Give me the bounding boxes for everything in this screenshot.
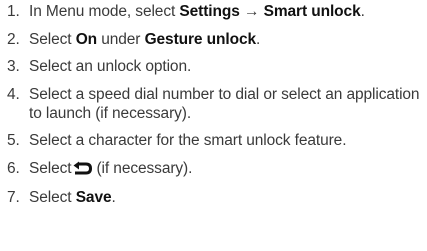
step-2: 2. Select On under Gesture unlock. — [0, 30, 427, 49]
step-number: 2. — [7, 30, 20, 48]
menu-item-settings: Settings — [179, 3, 240, 20]
instruction-list: 1. In Menu mode, select Settings → Smart… — [0, 2, 427, 207]
step-text: Select a character for the smart unlock … — [29, 132, 347, 149]
step-text-part: . — [360, 3, 365, 20]
step-number: 7. — [7, 189, 20, 206]
step-text: Select (if necessary). — [29, 160, 192, 177]
step-number: 3. — [7, 58, 20, 75]
option-on: On — [75, 30, 98, 48]
menu-item-smart-unlock: Smart unlock — [263, 3, 361, 20]
arrow-separator: → — [239, 3, 264, 20]
step-text-part: Select — [29, 30, 76, 48]
step-6: 6. Select (if necessary). — [0, 159, 427, 180]
menu-item-gesture-unlock: Gesture unlock — [144, 30, 257, 48]
step-3: 3. Select an unlock option. — [0, 57, 427, 76]
step-number: 6. — [7, 159, 20, 177]
step-7: 7. Select Save. — [0, 188, 427, 207]
step-text-part: . — [256, 30, 261, 48]
step-number: 5. — [7, 132, 20, 149]
step-text: In Menu mode, select Settings → Smart un… — [29, 3, 365, 20]
step-text-part: under — [97, 30, 145, 48]
back-arrow-icon — [72, 160, 93, 180]
step-text: Select an unlock option. — [29, 58, 192, 75]
step-text-part: In Menu mode, select — [29, 3, 180, 20]
step-5: 5. Select a character for the smart unlo… — [0, 131, 427, 150]
step-text-part: Select — [29, 189, 76, 206]
step-number: 1. — [7, 3, 20, 20]
step-text: Select a speed dial number to dial or se… — [29, 85, 420, 122]
step-4: 4. Select a speed dial number to dial or… — [0, 85, 427, 123]
step-text: Select On under Gesture unlock. — [29, 31, 260, 48]
step-text: Select Save. — [29, 189, 116, 206]
button-label-save: Save — [75, 189, 112, 206]
step-number: 4. — [7, 85, 20, 103]
step-1: 1. In Menu mode, select Settings → Smart… — [0, 2, 427, 21]
step-text-part: (if necessary). — [96, 159, 193, 177]
step-text-part: Select — [29, 159, 72, 177]
step-text-part: . — [111, 189, 116, 206]
